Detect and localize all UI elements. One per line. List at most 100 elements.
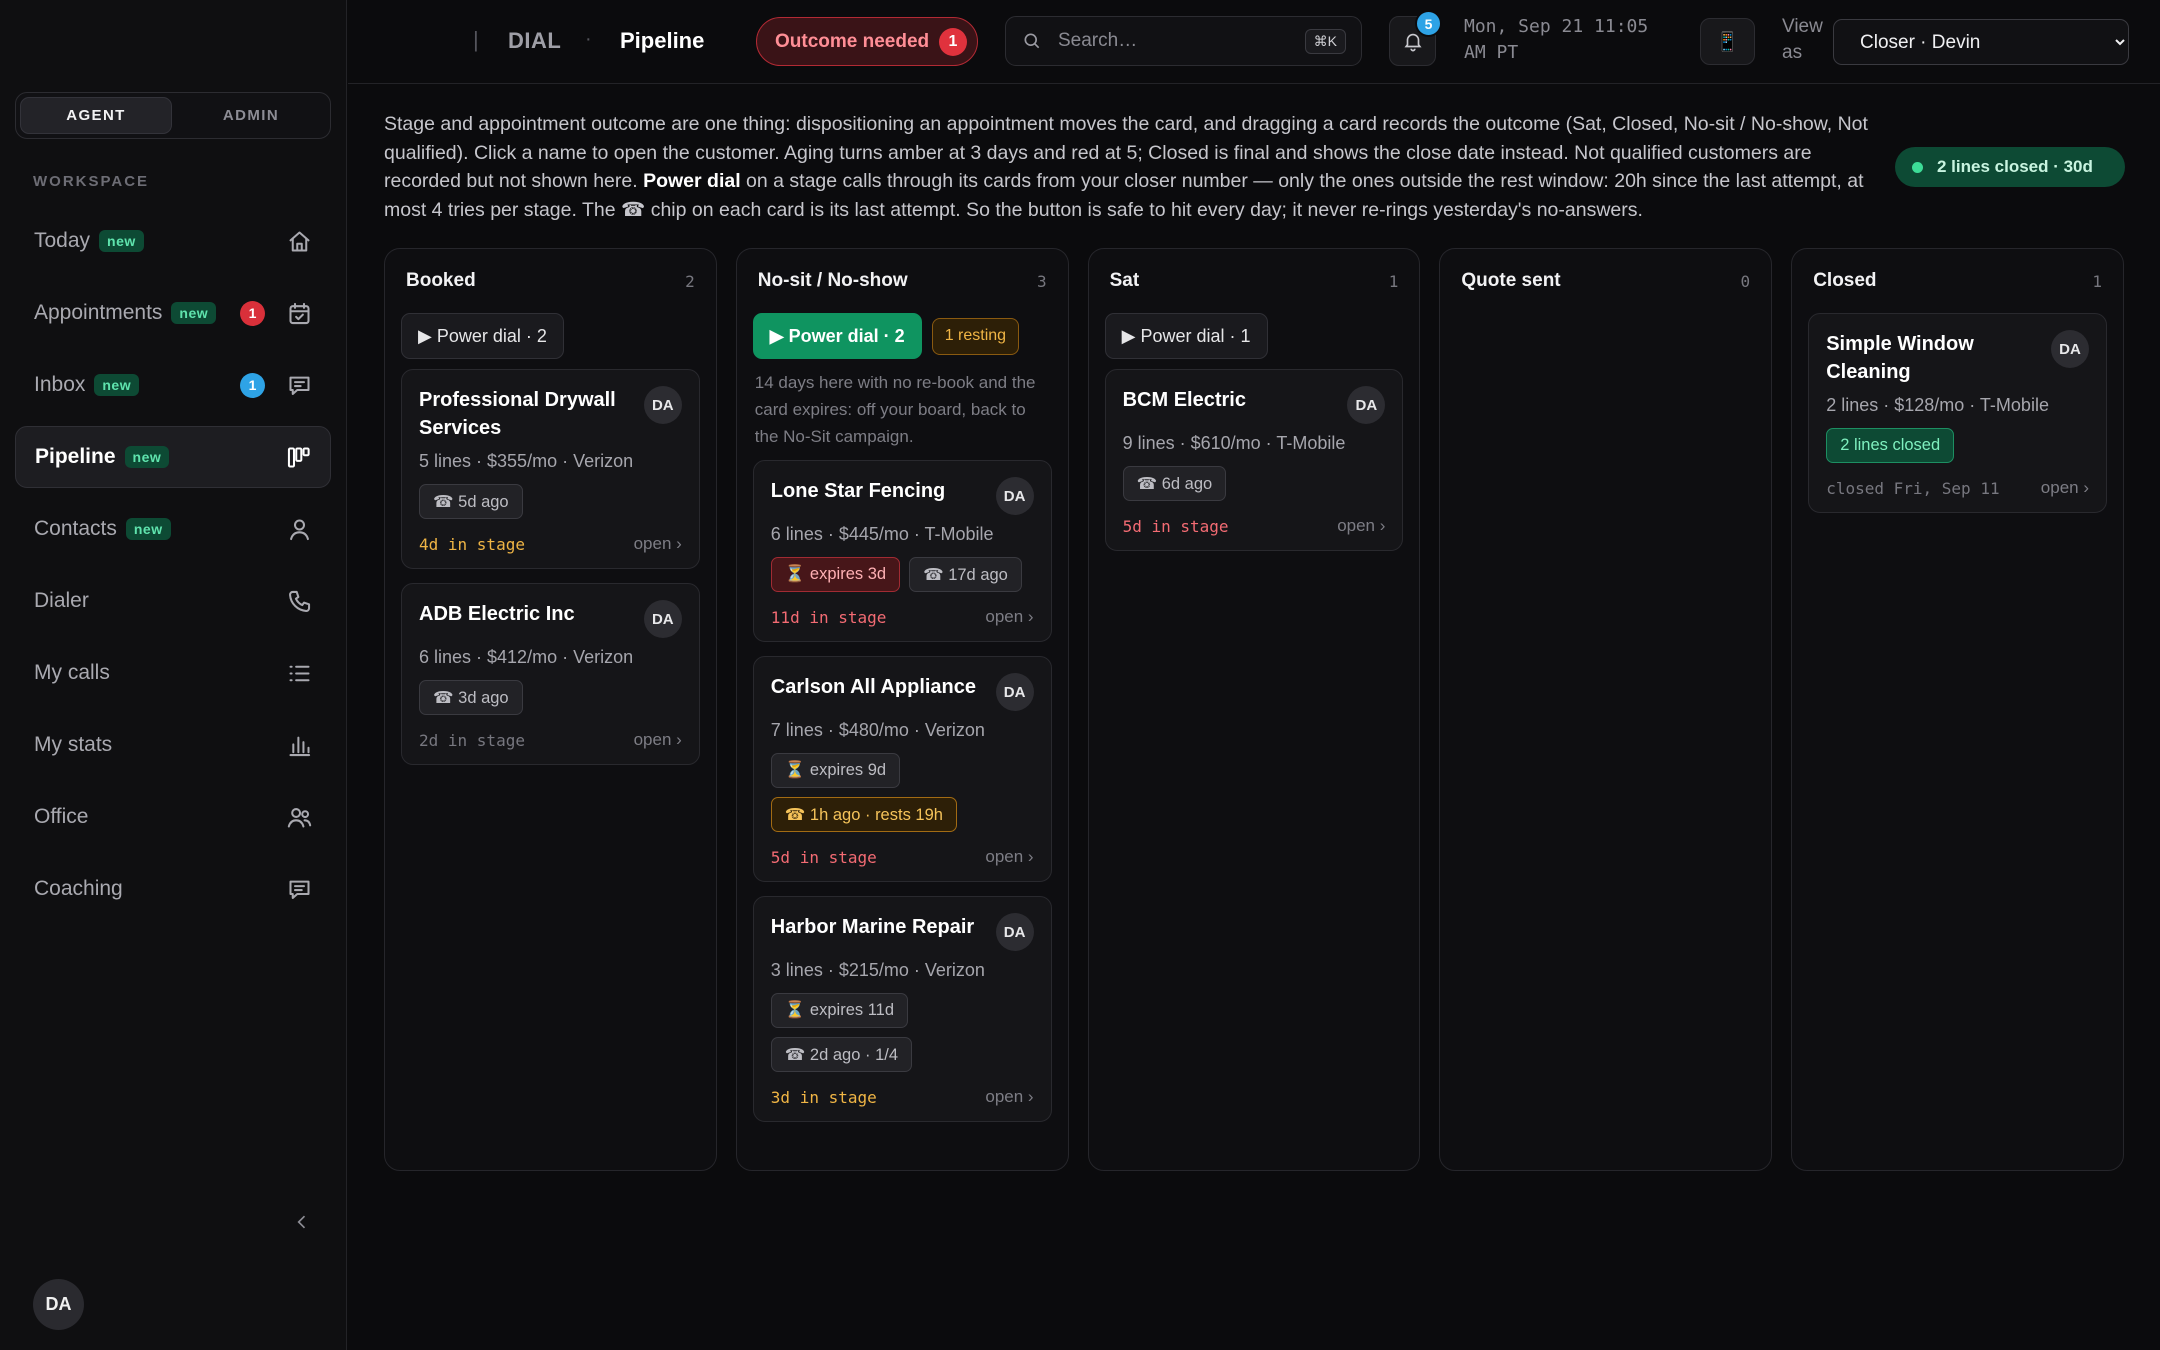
card-chip: ⏳ expires 11d [770,993,909,1028]
column-closed: Closed 1 Simple Window Cleaning DA 2 lines ·… [1791,248,2124,1171]
pipeline-help-text: Stage and appointment outcome are one th… [384,110,1874,224]
card-chip: ☎ 5d ago [419,484,523,519]
new-badge: new [124,446,170,468]
owner-avatar: DA [1347,386,1386,424]
role-tab-admin[interactable]: ADMIN [176,97,326,134]
open-card-link[interactable]: open › [985,847,1033,867]
sidebar-item-today[interactable]: Today new [15,210,331,272]
column-header: No-sit / No-show 3 [753,249,1052,313]
workspace-label: WORKSPACE [33,173,150,190]
open-card-link[interactable]: open › [985,1087,1033,1107]
column-header: Closed 1 [1808,249,2107,313]
sidebar-item-count: 1 [240,300,265,326]
page-title: Pipeline [620,28,705,53]
customer-name-link[interactable]: Carlson All Appliance [771,673,976,701]
open-card-link[interactable]: open › [634,730,682,750]
new-badge: new [99,230,144,252]
column-header: Quote sent 0 [1456,249,1755,313]
sidebar-item-label: My calls [34,661,110,684]
phone-button[interactable]: 📱 [1700,18,1755,65]
customer-card[interactable]: Professional Drywall Services DA 5 lines ·… [401,369,700,569]
column-booked: Booked 2 ▶ Power dial · 2 Professional Dryw… [384,248,717,1171]
search-box[interactable]: ⌘K [1005,16,1362,66]
role-toggle: AGENT ADMIN [15,92,331,139]
customer-card[interactable]: ADB Electric Inc DA 6 lines · $412/mo · Ve… [401,583,700,765]
sidebar-item-contacts[interactable]: Contacts new [15,498,331,560]
card-chip: 2 lines closed [1826,428,1955,463]
bar-chart-icon [285,731,313,759]
power-dial-button[interactable]: ▶ Power dial · 1 [1104,313,1268,359]
clock: Mon, Sep 21 11:05 AM PT [1464,16,1649,63]
open-card-link[interactable]: open › [985,607,1033,627]
column-count: 1 [2092,271,2102,291]
notification-count-badge: 5 [1415,10,1442,37]
sidebar-item-label: Today [34,229,91,252]
kanban-icon [284,443,312,471]
customer-name-link[interactable]: ADB Electric Inc [419,600,575,628]
customer-name-link[interactable]: Professional Drywall Services [419,386,644,442]
sidebar-item-label: Appointments [34,301,163,324]
notifications-button[interactable]: 5 [1389,10,1442,66]
owner-avatar: DA [643,386,682,424]
stage-aging: 2d in stage [419,730,525,750]
column-note: 14 days here with no re-book and the car… [754,373,1036,446]
message-icon [285,371,313,399]
sidebar-item-dialer[interactable]: Dialer [15,570,331,632]
card-chips: ☎ 5d ago [419,484,682,519]
card-chip: ⏳ expires 9d [770,753,901,788]
sidebar-item-appointments[interactable]: Appointments new 1 [15,282,331,344]
column-header: Booked 2 [401,249,700,313]
collapse-sidebar-button[interactable] [290,1210,314,1234]
role-tab-agent[interactable]: AGENT [20,97,172,134]
customer-name-link[interactable]: Simple Window Cleaning [1826,330,2051,386]
search-shortcut: ⌘K [1304,29,1346,54]
sidebar-item-my-calls[interactable]: My calls [15,642,331,704]
sidebar-item-label: Inbox [34,373,86,396]
card-meta: 2 lines · $128/mo · T-Mobile [1826,395,2049,415]
card-meta: 7 lines · $480/mo · Verizon [770,720,985,740]
card-chip: ☎ 6d ago [1122,466,1227,501]
card-chip: ☎ 2d ago · 1/4 [770,1037,913,1072]
card-chips: ⏳ expires 3d ☎ 17d ago [770,557,1034,592]
sidebar-item-inbox[interactable]: Inbox new 1 [15,354,331,416]
person-icon [285,515,313,543]
customer-card[interactable]: Lone Star Fencing DA 6 lines · $445/mo · T… [752,460,1052,642]
power-dial-button[interactable]: ▶ Power dial · 2 [401,313,564,359]
user-avatar[interactable]: DA [33,1279,84,1330]
new-badge: new [171,302,217,324]
customer-card[interactable]: Simple Window Cleaning DA 2 lines · $128/m… [1808,313,2107,513]
calendar-check-icon [285,299,313,327]
sidebar-item-my-stats[interactable]: My stats [15,714,331,776]
column-header: Sat 1 [1105,249,1404,313]
sidebar-item-coaching[interactable]: Coaching [15,858,331,920]
column-count: 3 [1036,271,1047,291]
sidebar-item-label: Dialer [34,589,89,612]
search-input[interactable] [1056,29,1296,53]
power-dial-row: ▶ Power dial · 2 [401,313,700,359]
sidebar-item-label: Office [34,805,89,828]
open-card-link[interactable]: open › [2041,478,2089,498]
power-dial-button[interactable]: ▶ Power dial · 2 [752,313,922,359]
open-card-link[interactable]: open › [634,534,682,554]
top-bar: | DIAL · Pipeline Outcome needed 1 ⌘K 5 … [348,0,2160,84]
card-chips: ⏳ expires 11d ☎ 2d ago · 1/4 [770,993,1034,1072]
breadcrumb-app[interactable]: DIAL [508,28,561,54]
outcome-needed-button[interactable]: Outcome needed 1 [756,17,978,66]
customer-name-link[interactable]: Harbor Marine Repair [771,913,974,941]
breadcrumb-dot: · [585,28,592,50]
open-card-link[interactable]: open › [1337,516,1385,536]
sidebar-item-office[interactable]: Office [15,786,331,848]
customer-name-link[interactable]: Lone Star Fencing [771,477,945,505]
sidebar-item-pipeline[interactable]: Pipeline new [15,426,331,488]
sidebar-item-label: Coaching [34,877,123,900]
customer-card[interactable]: Harbor Marine Repair DA 3 lines · $215/mo … [752,896,1052,1122]
customer-card[interactable]: BCM Electric DA 9 lines · $610/mo · T-Mobi… [1104,369,1404,551]
owner-avatar: DA [995,477,1034,515]
sidebar-nav: Today new Appointments new 1 Inbox new 1 Pipelin… [15,210,331,930]
column-title: No-sit / No-show [757,270,908,291]
customer-name-link[interactable]: BCM Electric [1123,386,1246,414]
card-chip: ☎ 3d ago [419,680,523,715]
new-badge: new [125,518,171,540]
customer-card[interactable]: Carlson All Appliance DA 7 lines · $480/mo… [752,656,1052,882]
view-as-select[interactable]: Closer · Devin [1833,19,2129,65]
